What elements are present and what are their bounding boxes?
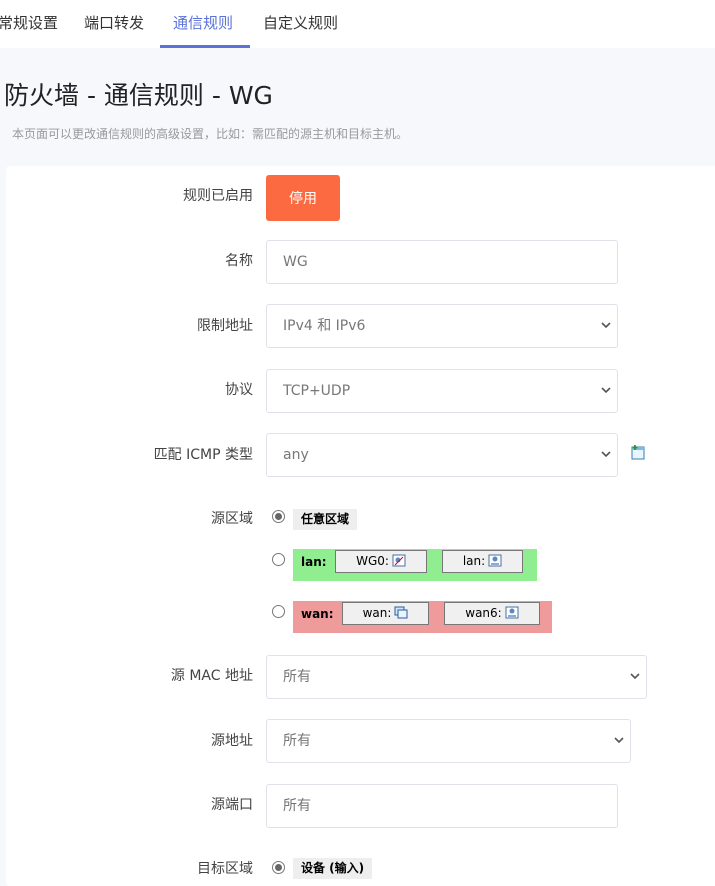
tab-port-forwards[interactable]: 端口转发 — [84, 12, 144, 33]
icmp-label: 匹配 ICMP 类型 — [153, 447, 253, 463]
name-label: 名称 — [225, 253, 253, 269]
src-port-label: 源端口 — [211, 797, 253, 813]
disable-button[interactable]: 停用 — [266, 175, 340, 221]
dest-zone-device-radio[interactable] — [272, 861, 285, 874]
zone-lan-name: lan: — [301, 555, 327, 569]
network-wg0: WG0: — [335, 550, 427, 573]
protocol-label: 协议 — [225, 382, 253, 398]
page-description: 本页面可以更改通信规则的高级设置，比如：需匹配的源主机和目标主机。 — [12, 127, 409, 141]
src-zone-lan-radio[interactable] — [272, 553, 285, 566]
network-wan6: wan6: — [444, 602, 540, 625]
src-zone-any-radio[interactable] — [272, 510, 285, 523]
protocol-select[interactable]: TCP+UDP — [266, 369, 618, 413]
bridge-icon — [505, 606, 519, 619]
chevron-down-icon — [601, 322, 611, 329]
src-zone-label: 源区域 — [211, 511, 253, 527]
chevron-down-icon — [601, 451, 611, 458]
src-mac-select[interactable]: 所有 — [266, 655, 647, 699]
add-icon[interactable] — [630, 444, 646, 460]
zone-wan-name: wan: — [301, 607, 334, 621]
tab-traffic-rules[interactable]: 通信规则 — [173, 12, 233, 33]
ethernet-icon — [394, 606, 408, 619]
dest-zone-label: 目标区域 — [197, 861, 253, 877]
family-value: IPv4 和 IPv6 — [283, 318, 366, 334]
active-tab-indicator — [160, 45, 250, 48]
zone-lan-badge: lan: WG0: lan: — [293, 549, 537, 581]
tunnel-icon — [392, 554, 406, 567]
src-mac-label: 源 MAC 地址 — [170, 668, 253, 684]
family-label: 限制地址 — [197, 318, 253, 334]
zone-any-badge: 任意区域 — [293, 509, 358, 530]
network-lan: lan: — [442, 550, 523, 573]
src-ip-label: 源地址 — [211, 733, 253, 749]
icmp-value: any — [283, 447, 309, 463]
tab-bar: 常规设置 端口转发 通信规则 自定义规则 — [0, 0, 715, 48]
src-port-input[interactable] — [266, 784, 618, 828]
chevron-down-icon — [630, 673, 640, 680]
chevron-down-icon — [614, 737, 624, 744]
src-ip-value: 所有 — [283, 733, 311, 749]
family-select[interactable]: IPv4 和 IPv6 — [266, 304, 618, 348]
enabled-label: 规则已启用 — [183, 188, 253, 204]
page-title: 防火墙 - 通信规则 - WG — [4, 81, 273, 110]
tab-custom-rules[interactable]: 自定义规则 — [263, 12, 338, 33]
src-mac-value: 所有 — [283, 669, 311, 685]
name-input[interactable] — [266, 240, 618, 284]
chevron-down-icon — [601, 387, 611, 394]
src-zone-wan-radio[interactable] — [272, 605, 285, 618]
protocol-value: TCP+UDP — [283, 383, 351, 399]
network-wan: wan: — [342, 602, 429, 625]
bridge-icon — [488, 554, 502, 567]
tab-general[interactable]: 常规设置 — [0, 12, 58, 33]
icmp-select[interactable]: any — [266, 433, 618, 477]
zone-wan-badge: wan: wan: wan6: — [293, 601, 552, 633]
src-ip-select[interactable]: 所有 — [266, 719, 631, 763]
